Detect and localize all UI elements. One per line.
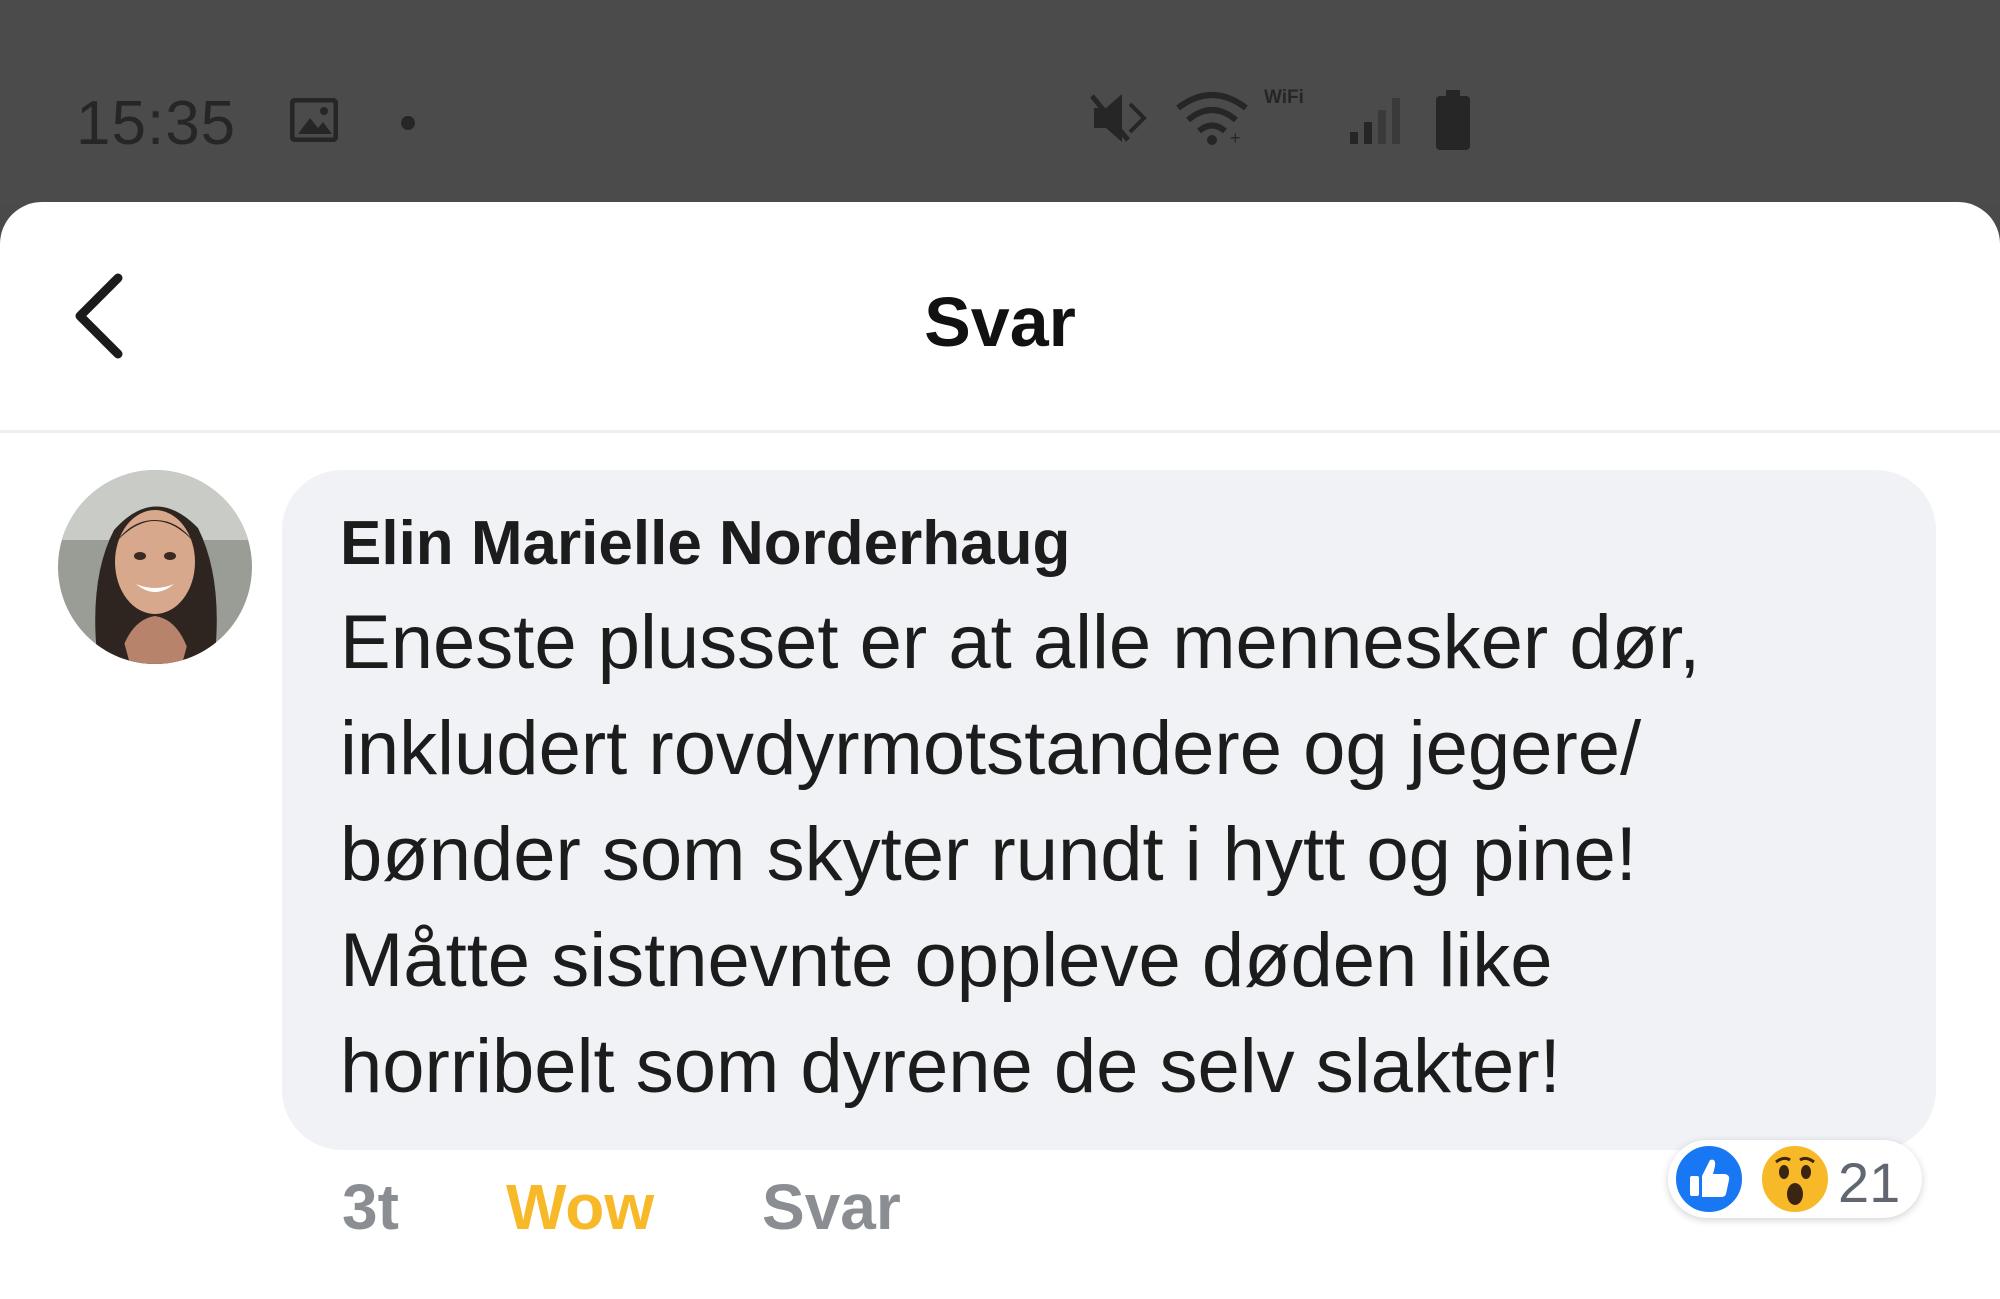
replies-sheet: Svar Elin Marielle Norderhaug Eneste plu… xyxy=(0,202,2000,1299)
like-reaction-icon xyxy=(1672,1142,1746,1221)
avatar[interactable] xyxy=(58,470,252,664)
comment-line: horribelt som dyrene de selv slakter! xyxy=(340,1024,1561,1109)
signal-icon xyxy=(1320,92,1410,153)
comment-line: Eneste plusset er at alle mennesker dør, xyxy=(340,600,1701,685)
dot-icon xyxy=(401,116,415,130)
comment-author[interactable]: Elin Marielle Norderhaug xyxy=(340,508,1070,579)
mute-icon xyxy=(1088,90,1150,151)
wifi-call-label: WiFi xyxy=(1264,87,1304,108)
reaction-count: 21 xyxy=(1838,1151,1901,1214)
wow-reaction-icon xyxy=(1758,1142,1832,1221)
comment-line: Måtte sistnevnte oppleve døden like xyxy=(340,918,1553,1003)
header: Svar xyxy=(0,202,2000,433)
reply-button[interactable]: Svar xyxy=(762,1170,901,1244)
wifi-icon: + xyxy=(1172,88,1252,151)
reaction-summary[interactable]: 21 xyxy=(1668,1140,1922,1218)
comment-line: inkludert rovdyrmotstandere og jegere/ xyxy=(340,706,1642,791)
comment-text: Eneste plusset er at alle mennesker dør,… xyxy=(340,590,1900,1120)
comment-timestamp[interactable]: 3t xyxy=(342,1170,399,1244)
status-time: 15:35 xyxy=(76,89,237,158)
react-wow-button[interactable]: Wow xyxy=(506,1170,654,1244)
comment-bubble[interactable]: Elin Marielle Norderhaug Eneste plusset … xyxy=(282,470,1936,1150)
battery-icon xyxy=(1432,88,1474,157)
svg-text:+: + xyxy=(1230,128,1241,146)
comment-actions: 3t Wow Svar xyxy=(0,1170,1600,1260)
comment-line: bønder som skyter rundt i hytt og pine! xyxy=(340,812,1637,897)
image-icon xyxy=(289,97,339,147)
status-bar: 15:35 + WiFi xyxy=(0,0,2000,205)
page-title: Svar xyxy=(924,283,1076,361)
